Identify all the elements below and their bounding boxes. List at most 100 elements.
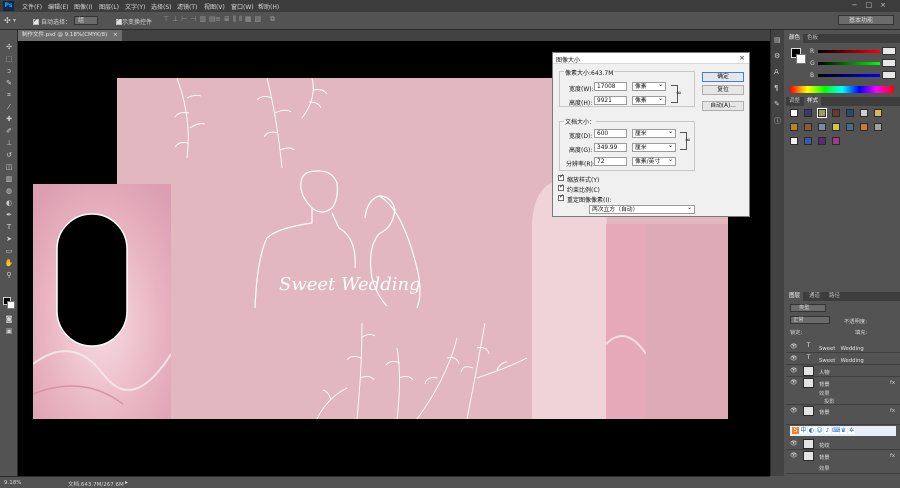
background-color-swatch[interactable] (7, 301, 15, 309)
layer-row[interactable]: 👁 T Sweet Wedding (786, 353, 900, 365)
tab-layers[interactable]: 图层 (786, 292, 804, 301)
width-unit-select[interactable]: 像素 (632, 81, 666, 91)
width-pixels-input[interactable]: 17008 (594, 82, 627, 91)
dodge-tool-icon[interactable]: ◐ (4, 198, 14, 208)
move-tool-icon[interactable]: ✣ (4, 42, 14, 52)
gradient-tool-icon[interactable]: ▥ (4, 174, 14, 184)
align-buttons-icon[interactable]: ⊤⊥⊢⊣▥▤ (163, 15, 219, 23)
ime-mode[interactable]: 中 (800, 427, 807, 434)
ime-voice-icon[interactable]: ♪ (824, 427, 831, 434)
style-swatch[interactable] (804, 123, 812, 131)
pen-tool-icon[interactable]: ✒ (4, 210, 14, 220)
scale-styles-checkbox[interactable] (558, 173, 564, 181)
menu-select[interactable]: 选择(S) (151, 2, 172, 11)
menu-window[interactable]: 窗口(W) (231, 2, 254, 11)
style-swatch[interactable] (860, 109, 868, 117)
resolution-input[interactable]: 72 (594, 157, 627, 166)
layer-row[interactable]: 👁 人物 (786, 365, 900, 377)
ok-button[interactable]: 确定 (702, 72, 744, 82)
visibility-eye-icon[interactable]: 👁 (790, 440, 798, 447)
quick-select-tool-icon[interactable]: ✎ (4, 78, 14, 88)
menu-view[interactable]: 视图(V) (204, 2, 225, 11)
character-panel-icon[interactable]: A (774, 68, 779, 76)
style-swatch[interactable] (818, 137, 826, 145)
menu-file[interactable]: 文件(F) (22, 2, 42, 11)
menu-image[interactable]: 图像(I) (74, 2, 92, 11)
style-swatch[interactable] (804, 109, 812, 117)
green-value-input[interactable] (882, 59, 896, 67)
zoom-tool-icon[interactable]: ⚲ (4, 270, 14, 280)
lasso-tool-icon[interactable]: ↄ (4, 66, 14, 76)
eyedropper-tool-icon[interactable]: ⁄ (4, 102, 14, 112)
style-swatch[interactable] (846, 109, 854, 117)
auto-select-checkbox[interactable] (33, 17, 39, 25)
layer-row[interactable]: 👁 T Sweet Wedding (786, 341, 900, 353)
red-value-input[interactable] (882, 47, 896, 55)
style-swatch[interactable] (832, 109, 840, 117)
visibility-eye-icon[interactable]: 👁 (790, 452, 798, 459)
close-window-button[interactable]: × (880, 1, 894, 9)
history-panel-icon[interactable]: ▤ (774, 36, 781, 44)
brush-panel-icon[interactable]: ✎ (774, 100, 780, 108)
tab-paths[interactable]: 路径 (826, 292, 843, 301)
blue-slider[interactable] (818, 74, 880, 77)
bg-color-chip[interactable] (796, 54, 806, 64)
menu-type[interactable]: 文字(Y) (125, 2, 145, 11)
style-swatch[interactable] (874, 109, 882, 117)
history-brush-tool-icon[interactable]: ↺ (4, 150, 14, 160)
auto-select-dropdown[interactable]: 组 (74, 16, 98, 25)
fx-badge[interactable]: fx (890, 453, 895, 459)
ime-skin-icon[interactable]: ♛ (840, 427, 847, 434)
layer-row[interactable]: 👁 花纹 (786, 438, 900, 450)
tab-adjustments[interactable]: 调整 (786, 97, 803, 106)
move-tool-icon[interactable]: ✣ (4, 16, 11, 25)
green-slider[interactable] (818, 62, 880, 65)
dialog-close-icon[interactable]: × (739, 54, 745, 62)
resample-method-select[interactable]: 两次立方（自动） (589, 204, 695, 214)
menu-filter[interactable]: 滤镜(T) (177, 2, 197, 11)
style-swatch[interactable] (790, 123, 798, 131)
quick-mask-icon[interactable]: ◙ (4, 314, 14, 324)
style-swatch[interactable] (832, 137, 840, 145)
visibility-eye-icon[interactable]: 👁 (790, 343, 798, 350)
tool-preset-chevron-icon[interactable]: ▾ (13, 17, 16, 24)
eraser-tool-icon[interactable]: ◫ (4, 162, 14, 172)
tab-swatches[interactable]: 色板 (804, 34, 821, 43)
hand-tool-icon[interactable]: ✋ (4, 258, 14, 268)
tab-styles[interactable]: 样式 (804, 97, 822, 106)
resample-checkbox[interactable] (558, 193, 564, 201)
blur-tool-icon[interactable]: ◍ (4, 186, 14, 196)
minimize-button[interactable]: − (852, 1, 866, 9)
shape-tool-icon[interactable]: ▭ (4, 246, 14, 256)
auto-align-icon[interactable]: ⧉ (270, 15, 275, 24)
visibility-eye-icon[interactable]: 👁 (790, 355, 798, 362)
red-slider[interactable] (818, 50, 880, 53)
properties-panel-icon[interactable]: ⚙ (774, 52, 780, 60)
style-swatch[interactable] (874, 123, 882, 131)
resolution-unit-select[interactable]: 像素/英寸 (632, 156, 676, 166)
doc-height-unit-select[interactable]: 厘米 (632, 142, 676, 152)
tab-color[interactable]: 颜色 (786, 34, 804, 43)
ime-logo-icon[interactable]: S (792, 427, 799, 434)
height-unit-select[interactable]: 像素 (632, 95, 666, 105)
style-swatch[interactable] (818, 123, 826, 131)
layer-row[interactable]: 👁 背景 fx 效果 (786, 450, 900, 474)
crop-tool-icon[interactable]: ⌗ (4, 90, 14, 100)
ime-toolbar[interactable]: S 中 ◐ ☺ ♪ ⌨♛ ✲ (790, 426, 896, 436)
paragraph-panel-icon[interactable]: ¶ (774, 84, 778, 92)
layer-row[interactable]: 👁 背景 fx (786, 405, 900, 425)
auto-button[interactable]: 自动(A)... (702, 101, 744, 111)
blend-mode-select[interactable]: 正常 (790, 316, 830, 324)
height-pixels-input[interactable]: 9921 (594, 96, 627, 105)
marquee-tool-icon[interactable]: ⬚ (4, 54, 14, 64)
maximize-button[interactable]: □ (866, 1, 881, 9)
visibility-eye-icon[interactable]: 👁 (790, 379, 798, 386)
workspace-switcher[interactable]: 基本功能 (838, 15, 894, 25)
style-swatch[interactable] (790, 137, 798, 145)
style-swatch[interactable] (860, 123, 868, 131)
style-swatch[interactable] (790, 109, 798, 117)
style-swatch[interactable] (817, 108, 827, 118)
brush-tool-icon[interactable]: ✐ (4, 126, 14, 136)
zoom-level[interactable]: 9.18% (4, 480, 21, 486)
clone-stamp-tool-icon[interactable]: ⊥ (4, 138, 14, 148)
